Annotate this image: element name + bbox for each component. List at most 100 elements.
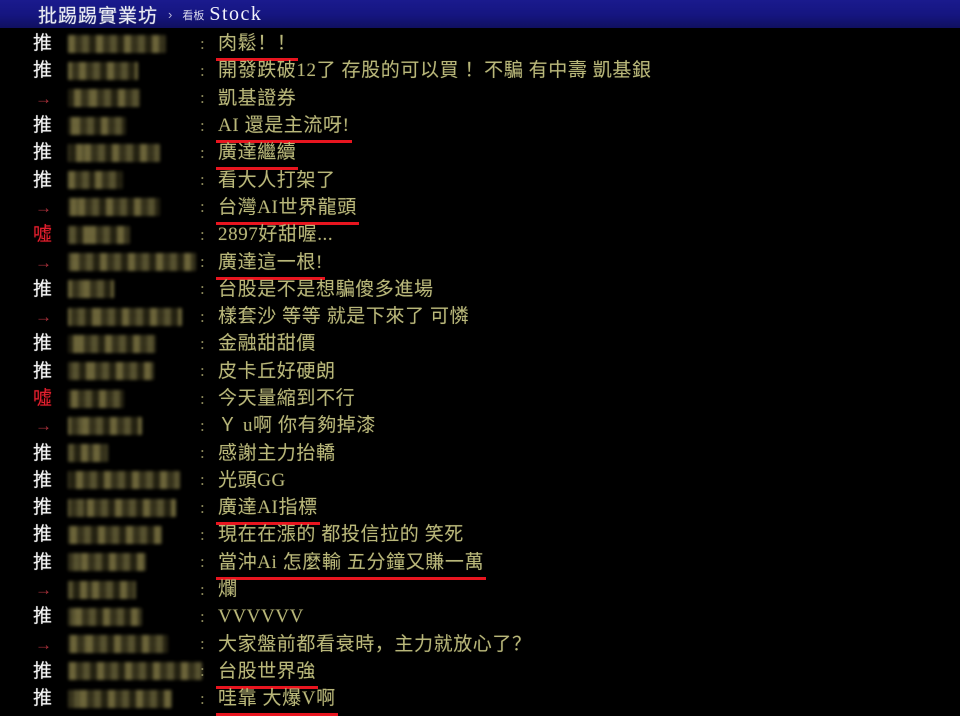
- comment-author-redacted: [68, 471, 180, 490]
- comment-author-redacted: [68, 444, 108, 463]
- comment-tag-arrow: →: [35, 580, 52, 600]
- comment-tag-arrow: →: [35, 252, 52, 272]
- comment-row: 推: 現在在漲的 都投信拉的 笑死: [0, 521, 960, 548]
- comment-author-redacted: [68, 143, 160, 162]
- comment-colon: :: [200, 142, 205, 162]
- comment-author-redacted: [68, 280, 114, 299]
- site-title[interactable]: 批踢踢實業坊: [38, 1, 158, 28]
- comment-row: 推: 光頭GG: [0, 467, 960, 494]
- comment-text: 哇靠 大爆V啊: [218, 689, 336, 708]
- comment-text-highlight-underline: 廣達AI指標: [218, 497, 318, 519]
- comment-colon: :: [200, 524, 205, 544]
- site-header-bar: 批踢踢實業坊 › 看板 Stock: [0, 0, 960, 28]
- comment-colon: :: [200, 388, 205, 408]
- comment-colon: :: [200, 33, 205, 53]
- comment-tag-push: 推: [32, 606, 52, 628]
- comment-text: 廣達AI指標: [218, 498, 318, 517]
- comment-row: 推: 台股是不是想騙傻多進場: [0, 276, 960, 303]
- comment-text: 2897好甜喔...: [218, 224, 334, 246]
- comment-tag-push: 推: [32, 469, 52, 491]
- comment-text-highlight-underline: 哇靠 大爆V啊: [218, 688, 336, 710]
- comment-text: 今天量縮到不行: [218, 388, 356, 409]
- comment-colon: :: [200, 579, 205, 599]
- comment-text: 看大人打架了: [218, 169, 336, 191]
- comment-text: 台股是不是想騙傻多進場: [218, 278, 434, 300]
- comment-text: 凱基證券: [218, 87, 297, 109]
- comment-tag-push: 推: [32, 333, 52, 355]
- comment-colon: :: [200, 333, 205, 353]
- comment-author-redacted: [68, 635, 168, 654]
- comment-tag-push: 推: [32, 115, 52, 137]
- comment-text: 廣達這一根!: [218, 253, 323, 272]
- comment-tag-push: 推: [32, 660, 52, 682]
- comment-colon: :: [200, 415, 205, 435]
- comment-text: 肉鬆！！: [218, 34, 296, 53]
- breadcrumb-separator-icon: ›: [168, 6, 173, 22]
- comment-author-redacted: [68, 498, 176, 517]
- comment-text: 爛: [218, 579, 238, 601]
- comment-author-redacted: [68, 362, 154, 381]
- comment-tag-push: 推: [32, 442, 52, 464]
- comment-colon: :: [200, 552, 205, 572]
- comment-author-redacted: [68, 89, 140, 108]
- comment-author-redacted: [68, 553, 146, 572]
- comment-text: 皮卡丘好硬朗: [218, 360, 336, 382]
- comment-text: 廣達繼續: [218, 143, 296, 162]
- comment-author-redacted: [68, 307, 182, 326]
- comment-tag-push: 推: [32, 688, 52, 710]
- comment-text: 現在在漲的 都投信拉的 笑死: [218, 524, 464, 546]
- board-name[interactable]: Stock: [209, 3, 262, 26]
- comment-row: 推: 肉鬆！！: [0, 30, 960, 57]
- board-label: 看板: [182, 10, 205, 22]
- comment-author-redacted: [68, 389, 124, 408]
- comment-tag-push: 推: [32, 497, 52, 519]
- comment-colon: :: [200, 115, 205, 135]
- comment-text: 光頭GG: [218, 469, 286, 491]
- comment-colon: :: [200, 443, 205, 463]
- comment-tag-push: 推: [32, 60, 52, 82]
- comment-author-redacted: [68, 171, 123, 190]
- comment-row: →: Ｙ u啊 你有夠掉漆: [0, 412, 960, 439]
- comment-colon: :: [200, 224, 205, 244]
- comment-author-redacted: [68, 34, 166, 53]
- comment-colon: :: [200, 60, 205, 80]
- comment-row: 推: 台股世界強: [0, 658, 960, 685]
- comment-author-redacted: [68, 334, 156, 353]
- comment-row: 噓: 今天量縮到不行: [0, 385, 960, 412]
- comment-row: →: 大家盤前都看衰時，主力就放心了？: [0, 631, 960, 658]
- comment-tag-arrow: →: [35, 416, 52, 436]
- comment-text: VVVVVV: [218, 606, 304, 628]
- comment-tag-push: 推: [32, 551, 52, 573]
- comment-tag-push: 推: [32, 278, 52, 300]
- comment-row: →: 爛: [0, 576, 960, 603]
- comment-colon: :: [200, 606, 205, 626]
- comment-text: Ｙ u啊 你有夠掉漆: [218, 415, 377, 437]
- comment-row: 噓:2897好甜喔...: [0, 221, 960, 248]
- comment-row: 推: 感謝主力抬轎: [0, 439, 960, 466]
- comment-row: 推: 皮卡丘好硬朗: [0, 358, 960, 385]
- comment-tag-push: 推: [32, 169, 52, 191]
- comment-colon: :: [200, 470, 205, 490]
- comment-author-redacted: [68, 580, 136, 599]
- comment-author-redacted: [68, 525, 162, 544]
- comment-list: 推: 肉鬆！！ 推: 開發跌破12了 存股的可以買 ！不騙 有中壽 凱基銀 →: 凱基證券…: [0, 28, 960, 712]
- comment-tag-boo: 噓: [32, 224, 52, 246]
- comment-colon: :: [200, 170, 205, 190]
- comment-text-highlight-underline: AI 還是主流呀!: [218, 115, 350, 137]
- comment-tag-push: 推: [32, 33, 52, 55]
- comment-text-highlight-underline: 廣達繼續: [218, 142, 297, 164]
- comment-tag-push: 推: [32, 360, 52, 382]
- comment-tag-arrow: →: [35, 634, 52, 654]
- comment-text-highlight-underline: 台灣AI世界龍頭: [218, 196, 357, 218]
- comment-row: →: 凱基證券: [0, 85, 960, 112]
- comment-colon: :: [200, 197, 205, 217]
- comment-author-redacted: [68, 662, 202, 681]
- comment-author-redacted: [68, 116, 126, 135]
- comment-text: 大家盤前都看衰時，主力就放心了？: [218, 633, 532, 655]
- comment-tag-arrow: →: [35, 307, 52, 327]
- comment-author-redacted: [68, 225, 130, 244]
- comment-text: 台股世界強: [218, 662, 316, 681]
- comment-text: AI 還是主流呀!: [218, 116, 350, 135]
- comment-row: 推: 看大人打架了: [0, 166, 960, 193]
- comment-text-highlight-underline: 廣達這一根!: [218, 251, 323, 273]
